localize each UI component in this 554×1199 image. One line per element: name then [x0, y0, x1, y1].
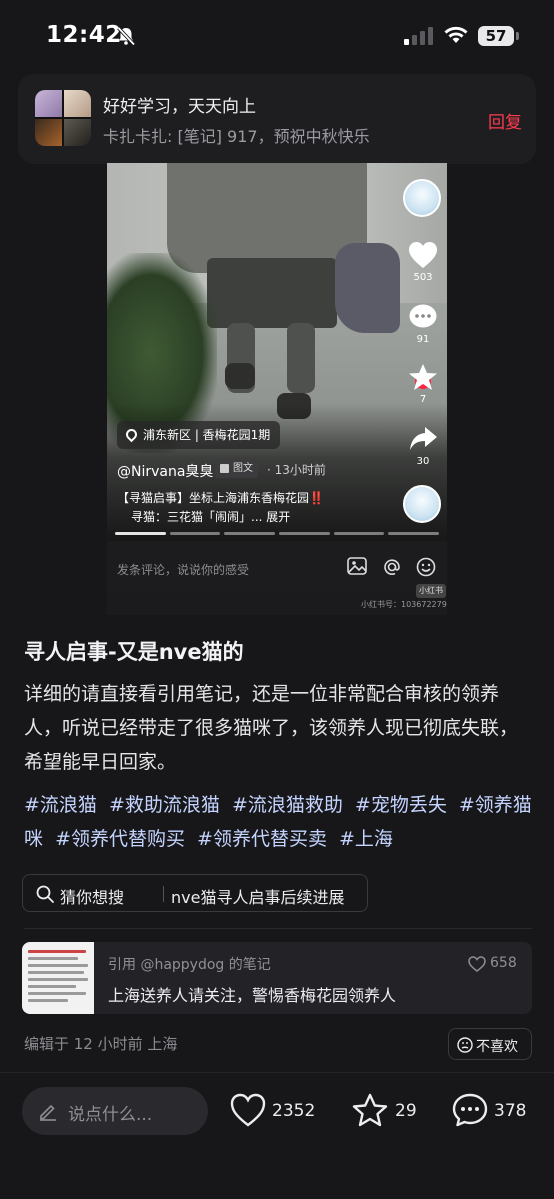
star-count: 29: [395, 1101, 417, 1121]
comment-count: 378: [494, 1101, 527, 1121]
reply-button[interactable]: 回复: [488, 108, 522, 133]
pen-icon: [40, 1104, 56, 1121]
note-author-avatar[interactable]: [403, 179, 441, 217]
battery-indicator: 57: [478, 26, 514, 46]
note-share-count: 30: [416, 456, 430, 467]
post-image[interactable]: + 503 91 7 30 浦东新区 | 香梅花园1期 @Nirvana臭臭 图…: [107, 163, 447, 615]
note-comment-count: 91: [416, 334, 430, 345]
location-pin-icon: [123, 426, 140, 443]
quoted-note-source: 引用 @happydog 的笔记: [108, 957, 271, 973]
status-bar: 12:42 57: [0, 0, 554, 72]
quoted-note-thumbnail: [22, 942, 94, 1014]
xiaohongshu-id: 小红书号：1036722796: [361, 600, 447, 609]
note-time: · 13小时前: [267, 463, 326, 477]
search-suggestion[interactable]: 猜你想搜 nve猫寻人启事后续进展: [22, 874, 368, 912]
search-icon: [36, 885, 54, 903]
status-time: 12:42: [46, 22, 122, 48]
music-disc-avatar: [403, 485, 441, 523]
heart-icon: [409, 242, 437, 268]
note-comment-bar: 发条评论，说说你的感受: [107, 541, 447, 593]
hashtag[interactable]: #救助流浪猫: [109, 794, 220, 816]
image-icon: [347, 557, 367, 575]
hashtag[interactable]: #上海: [339, 828, 393, 850]
comment-button[interactable]: 378: [452, 1093, 542, 1129]
note-comment-action[interactable]: 91: [401, 303, 445, 345]
note-author-name[interactable]: @Nirvana臭臭: [117, 461, 213, 481]
bell-muted-icon: [117, 26, 136, 46]
note-caption-line1: 【寻猫启事】坐标上海浦东香梅花园‼️: [117, 491, 324, 505]
note-type-tag: 图文: [215, 460, 258, 478]
notification-title: 好好学习，天天向上: [103, 97, 256, 117]
quoted-note-title: 上海送养人请关注，警惕香梅花园领养人: [108, 986, 397, 1005]
comment-placeholder: 说点什么...: [68, 1105, 153, 1125]
frown-face-icon: [457, 1037, 473, 1053]
wifi-icon: [444, 26, 468, 43]
hashtag[interactable]: #流浪猫: [24, 794, 97, 816]
xiaohongshu-watermark: 小红书: [416, 584, 446, 598]
note-star-action[interactable]: 7: [401, 363, 445, 405]
dislike-button[interactable]: 不喜欢: [448, 1028, 532, 1060]
at-mention-icon: [384, 559, 400, 575]
star-outline-icon: [352, 1093, 388, 1127]
like-count: 2352: [272, 1101, 316, 1121]
note-like-count: 503: [413, 272, 433, 283]
battery-tip: [516, 32, 519, 40]
comment-bubble-icon: [452, 1093, 488, 1127]
note-location-tag[interactable]: 浦东新区 | 香梅花园1期: [117, 421, 281, 449]
message-notification-banner[interactable]: 好好学习，天天向上 卡扎卡扎: [笔记] 917，预祝中秋快乐 回复: [18, 74, 536, 164]
post-body: 详细的请直接看引用笔记，还是一位非常配合审核的领养人，听说已经带走了很多猫咪了，…: [24, 683, 519, 773]
quoted-note-card[interactable]: 引用 @happydog 的笔记 上海送养人请关注，警惕香梅花园领养人 658: [22, 942, 532, 1014]
image-page-indicator: [115, 532, 440, 535]
hashtag[interactable]: #宠物丢失: [355, 794, 447, 816]
post-title: 寻人启事-又是nve猫的: [24, 640, 244, 664]
star-button[interactable]: 29: [352, 1093, 432, 1129]
quoted-note-likes: 658: [468, 955, 517, 972]
note-star-count: 7: [419, 394, 427, 405]
search-suggestion-query: nve猫寻人启事后续进展: [171, 888, 345, 907]
hashtag[interactable]: #领养代替购买: [55, 828, 185, 850]
note-like-action[interactable]: 503: [401, 241, 445, 283]
note-caption-line2[interactable]: 寻猫：三花猫「闹闹」... 展开: [131, 508, 290, 525]
divider: [24, 928, 532, 929]
heart-outline-icon: [468, 956, 486, 972]
hashtag[interactable]: #领养代替买卖: [197, 828, 327, 850]
edit-info: 编辑于 12 小时前 上海: [24, 1035, 178, 1053]
note-share-action[interactable]: 30: [401, 425, 445, 467]
search-suggestion-label: 猜你想搜: [60, 888, 125, 907]
note-comment-placeholder: 发条评论，说说你的感受: [117, 563, 250, 577]
like-button[interactable]: 2352: [230, 1093, 330, 1129]
emoji-icon: [416, 557, 436, 577]
cellular-signal-icon: [404, 27, 433, 45]
notification-body: 卡扎卡扎: [笔记] 917，预祝中秋快乐: [103, 127, 370, 146]
star-icon: [409, 364, 437, 390]
heart-outline-icon: [230, 1093, 266, 1127]
comment-bubble-icon: [409, 304, 437, 328]
post-tags: #流浪猫 #救助流浪猫 #流浪猫救助 #宠物丢失 #领养猫咪 #领养代替购买 #…: [24, 788, 534, 856]
hashtag[interactable]: #流浪猫救助: [232, 794, 343, 816]
share-arrow-icon: [410, 427, 437, 450]
comment-input[interactable]: 说点什么...: [22, 1087, 208, 1135]
sender-avatar: [35, 90, 91, 146]
